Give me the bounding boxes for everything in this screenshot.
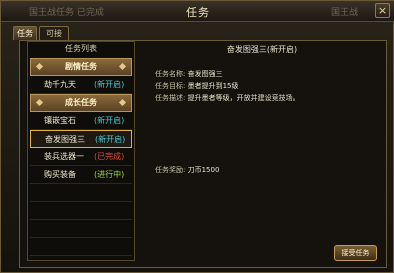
quest-window: 国王战任务 已完成 任务 国王战 × 任务 可接 任务列表 剧情任务劫千九天 (新… (0, 0, 394, 273)
quest-name-value: 奋发图强三 (187, 70, 223, 78)
quest-item-name: 购买装备 (44, 170, 76, 179)
close-button[interactable]: × (375, 3, 390, 18)
quest-desc-value: 提升墨者等级，开放并建设竞技场。 (187, 94, 300, 102)
empty-list-slot (30, 202, 132, 220)
empty-list-slot (30, 238, 132, 256)
quest-name-label: 任务名称: (155, 70, 186, 78)
quest-category-header[interactable]: 剧情任务 (30, 58, 132, 76)
quest-goal-value: 墨者提升到15级 (187, 82, 239, 90)
quest-item-status: (已完成) (94, 152, 125, 161)
tab-available[interactable]: 可接 (39, 26, 69, 40)
quest-list-item[interactable]: 镶嵌宝石 (新开启) (30, 112, 132, 130)
quest-goal-field: 任务目标: 墨者提升到15级 (155, 81, 239, 91)
background-text-right: 国王战 (331, 8, 359, 18)
ornament-icon (118, 98, 127, 107)
quest-category-label: 成长任务 (65, 98, 97, 107)
empty-list-slot (30, 220, 132, 238)
quest-list-item[interactable]: 装兵选器一 (已完成) (30, 148, 132, 166)
quest-item-status: (进行中) (94, 170, 125, 179)
quest-list-panel: 任务列表 剧情任务劫千九天 (新开启) 成长任务镶嵌宝石 (新开启) 奋发图强三 (新开启… (27, 41, 135, 261)
quest-item-status: (新开启) (94, 80, 125, 89)
quest-detail-panel: 奋发图强三(新开启) 任务名称: 奋发图强三 任务目标: 墨者提升到15级 任务… (141, 41, 383, 263)
quest-category-header[interactable]: 成长任务 (30, 94, 132, 112)
empty-list-slot (30, 184, 132, 202)
quest-desc-field: 任务描述: 提升墨者等级，开放并建设竞技场。 (155, 93, 300, 103)
quest-reward-value: 刀币1500 (187, 166, 220, 174)
title-bar[interactable]: 国王战任务 已完成 任务 国王战 × (1, 1, 394, 22)
quest-list-header: 任务列表 (65, 44, 97, 53)
accept-quest-button[interactable]: 接受任务 (334, 245, 377, 261)
ornament-icon (118, 62, 127, 71)
quest-category-label: 剧情任务 (65, 62, 97, 71)
quest-list-item[interactable]: 奋发图强三 (新开启) (30, 130, 132, 148)
quest-desc-label: 任务描述: (155, 94, 186, 102)
quest-item-name: 装兵选器一 (44, 152, 84, 161)
quest-item-name: 劫千九天 (44, 80, 76, 89)
quest-goal-label: 任务目标: (155, 82, 186, 90)
ornament-icon (35, 62, 44, 71)
quest-item-name: 奋发图强三 (45, 135, 85, 144)
quest-list-item[interactable]: 购买装备 (进行中) (30, 166, 132, 184)
quest-item-status: (新开启) (95, 135, 126, 144)
ornament-icon (35, 98, 44, 107)
quest-list-item[interactable]: 劫千九天 (新开启) (30, 76, 132, 94)
quest-reward-field: 任务奖励: 刀币1500 (155, 165, 219, 175)
quest-name-field: 任务名称: 奋发图强三 (155, 69, 223, 79)
quest-reward-label: 任务奖励: (155, 166, 186, 174)
quest-detail-title: 奋发图强三(新开启) (226, 45, 298, 54)
tab-quests[interactable]: 任务 (13, 26, 37, 40)
quest-item-name: 镶嵌宝石 (44, 116, 76, 125)
quest-item-status: (新开启) (94, 116, 125, 125)
